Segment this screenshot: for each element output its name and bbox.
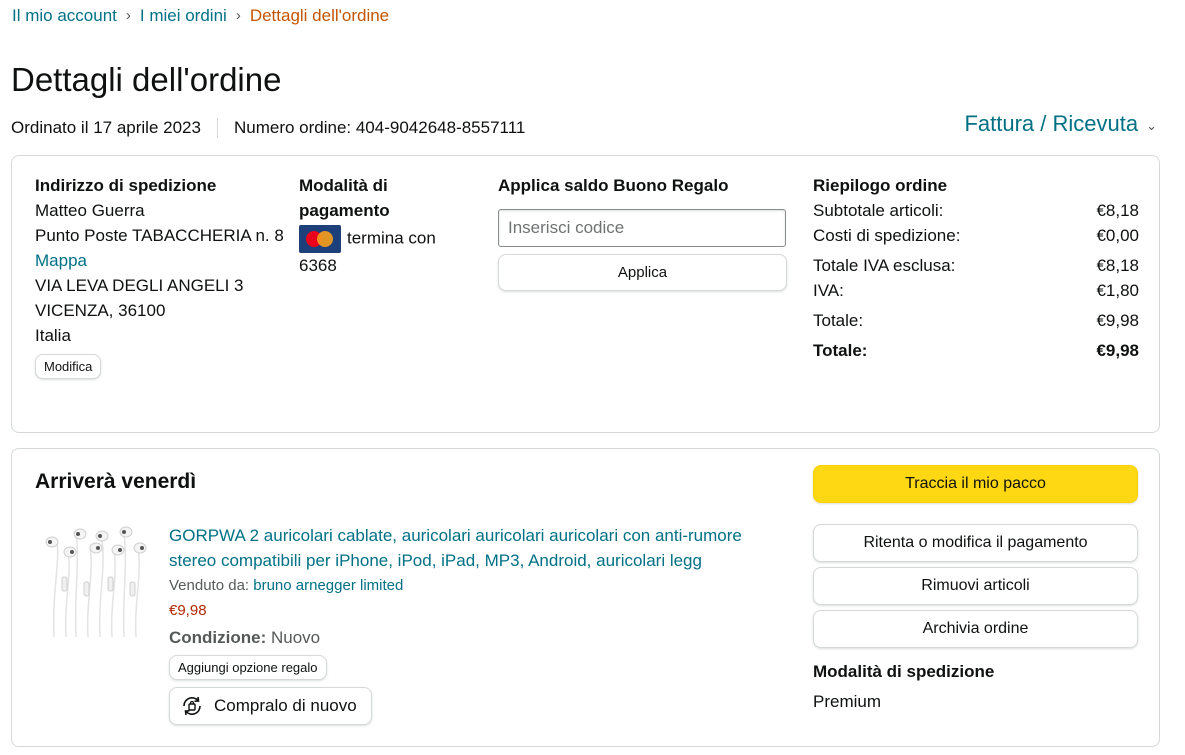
breadcrumb: Il mio account › I miei ordini › Dettagl… (12, 6, 389, 26)
summary-row: Subtotale articoli: €8,18 (813, 198, 1139, 223)
buy-again-label: Compralo di nuovo (214, 696, 357, 715)
summary-grand-total: Totale: €9,98 (813, 338, 1139, 363)
product-title-link[interactable]: GORPWA 2 auricolari cablate, auricolari … (169, 523, 789, 573)
summary-value: €8,18 (1096, 201, 1139, 220)
sold-by: Venduto da: bruno arnegger limited (169, 575, 403, 597)
summary-label: Totale: (813, 341, 868, 360)
seller-link[interactable]: bruno arnegger limited (253, 577, 403, 594)
shipping-address: Indirizzo di spedizione Matteo Guerra Pu… (35, 173, 284, 379)
order-date: Ordinato il 17 aprile 2023 (11, 118, 201, 137)
summary-value: €8,18 (1096, 256, 1139, 275)
add-gift-option-button[interactable]: Aggiungi opzione regalo (169, 655, 327, 680)
shipment-box: Arriverà venerdì GORPWA 2 auricolari cab… (11, 448, 1160, 747)
chevron-down-icon: ⌄ (1146, 118, 1157, 133)
payment-title-1: Modalità di (299, 176, 388, 195)
rebuy-icon (183, 696, 201, 716)
summary-row: Costi di spedizione: €0,00 (813, 223, 1139, 248)
summary-row: Totale IVA esclusa: €8,18 (813, 253, 1139, 278)
summary-value: €0,00 (1096, 226, 1139, 245)
shipping-line2: VIA LEVA DEGLI ANGELI 3 (35, 276, 244, 295)
summary-value: €1,80 (1096, 281, 1139, 300)
invoice-dropdown[interactable]: Fattura / Ricevuta ⌄ (964, 111, 1157, 137)
product-price: €9,98 (169, 602, 207, 619)
order-info-box: Indirizzo di spedizione Matteo Guerra Pu… (11, 155, 1160, 433)
product-condition: Condizione: Nuovo (169, 625, 320, 650)
shipping-mode-title: Modalità di spedizione (813, 662, 995, 681)
card-ending-text: termina con (347, 228, 436, 248)
buy-again-button[interactable]: Compralo di nuovo (169, 687, 372, 725)
arrival-title: Arriverà venerdì (35, 470, 197, 493)
summary-value: €9,98 (1096, 341, 1139, 360)
order-summary: Riepilogo ordine Subtotale articoli: €8,… (813, 173, 1139, 363)
condition-value: Nuovo (271, 628, 321, 647)
breadcrumb-separator: › (235, 7, 241, 24)
summary-row: Totale: €9,98 (813, 308, 1139, 333)
gift-code-input[interactable] (498, 209, 786, 247)
breadcrumb-separator: › (125, 7, 131, 24)
earphones-illustration (45, 526, 147, 638)
invoice-label: Fattura / Ricevuta (964, 111, 1139, 136)
summary-value: €9,98 (1096, 311, 1139, 330)
order-number: Numero ordine: 404-9042648-8557111 (233, 118, 526, 137)
card-last-digits: 6368 (299, 256, 337, 275)
condition-label: Condizione: (169, 628, 267, 647)
archive-order-button[interactable]: Archivia ordine (813, 610, 1138, 648)
summary-label: Totale IVA esclusa: (813, 256, 956, 275)
map-link[interactable]: Mappa (35, 248, 284, 273)
breadcrumb-my-account[interactable]: Il mio account (12, 6, 117, 26)
gift-card-title: Applica saldo Buono Regalo (498, 176, 729, 195)
payment-title-2: pagamento (299, 201, 390, 220)
apply-gift-button[interactable]: Applica (498, 254, 787, 291)
edit-address-button[interactable]: Modifica (35, 354, 102, 379)
shipping-name: Matteo Guerra (35, 201, 145, 220)
remove-items-button[interactable]: Rimuovi articoli (813, 567, 1138, 605)
sold-by-label: Venduto da: (169, 577, 250, 594)
summary-label: IVA: (813, 281, 844, 300)
summary-row: IVA: €1,80 (813, 278, 1139, 303)
summary-label: Subtotale articoli: (813, 201, 944, 220)
order-meta: Ordinato il 17 aprile 2023 Numero ordine… (11, 117, 525, 139)
mastercard-icon (299, 225, 341, 253)
page-title: Dettagli dell'ordine (11, 61, 282, 98)
meta-divider (216, 118, 218, 138)
breadcrumb-current: Dettagli dell'ordine (249, 6, 390, 25)
payment-method: Modalità di pagamento termina con 6368 (299, 173, 469, 278)
shipping-address-title: Indirizzo di spedizione (35, 176, 217, 195)
track-package-button[interactable]: Traccia il mio pacco (813, 465, 1138, 503)
breadcrumb-my-orders[interactable]: I miei ordini (140, 6, 227, 26)
summary-label: Costi di spedizione: (813, 226, 961, 245)
shipping-country: Italia (35, 326, 71, 345)
retry-payment-button[interactable]: Ritenta o modifica il pagamento (813, 524, 1138, 562)
shipping-line1: Punto Poste TABACCHERIA n. 8 (35, 226, 284, 245)
summary-title: Riepilogo ordine (813, 176, 948, 195)
shipping-city: VICENZA, 36100 (35, 301, 166, 320)
summary-label: Totale: (813, 311, 864, 330)
earphones-image[interactable] (42, 522, 152, 642)
shipping-mode-value: Premium (813, 692, 882, 711)
